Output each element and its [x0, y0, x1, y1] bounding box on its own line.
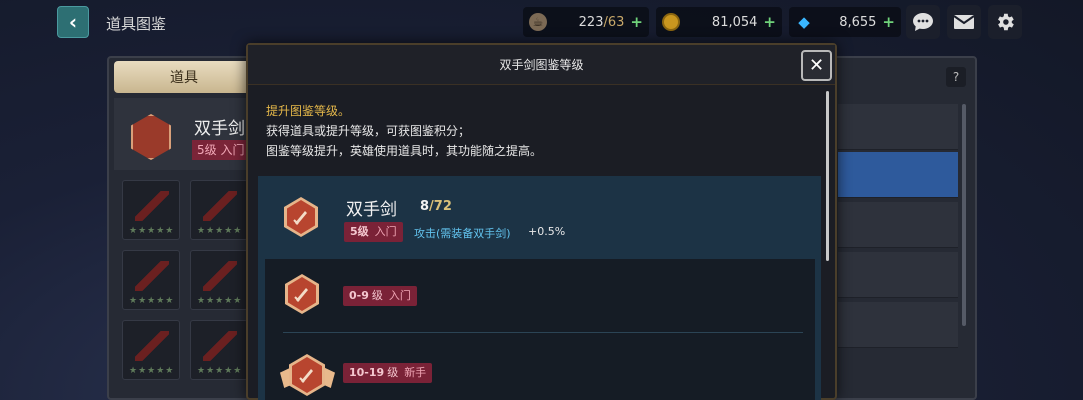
sword-icon [135, 331, 169, 361]
tier-list: 0-9 级入门 10-19 级新手 [265, 259, 815, 400]
tab-items[interactable]: 道具 [114, 61, 254, 93]
gem-counter: ◆ 8,655 + [789, 7, 901, 37]
item-codex-card: 双手剑 8/72 5级入门 攻击(需装备双手剑) +0.5% 0-9级入门 [258, 176, 821, 400]
list-item[interactable] [838, 202, 958, 248]
dialog-description: 提升图鉴等级。 获得道具或提升等级，可获图鉴积分； 图鉴等级提升，英雄使用道具时… [266, 101, 542, 161]
sword-icon [135, 191, 169, 221]
add-gold-button[interactable]: + [763, 13, 776, 31]
settings-button[interactable] [988, 5, 1022, 39]
current-level-badge: 5级 入门 [344, 222, 403, 242]
add-gem-button[interactable]: + [882, 13, 895, 31]
gold-value: 81,054 [711, 14, 758, 30]
gold-counter: 81,054 + [656, 7, 782, 37]
item-slot[interactable] [122, 320, 180, 380]
stamina-current: 223 [578, 14, 604, 30]
codex-progress: 8/72 [420, 199, 452, 214]
chevron-left-icon: ‹ [68, 10, 78, 34]
sword-icon [293, 211, 307, 225]
background-item-badge: 5级 入门 [192, 140, 252, 160]
sword-icon [203, 331, 237, 361]
effect-bonus: +0.5% [528, 225, 566, 238]
sword-icon [135, 261, 169, 291]
tier-divider [283, 332, 803, 333]
list-item-selected[interactable] [838, 152, 958, 198]
tier-1-icon [285, 274, 319, 314]
mail-button[interactable] [947, 5, 981, 39]
sword-icon [299, 369, 313, 383]
item-slot[interactable] [122, 250, 180, 310]
tier-unit: 级 [371, 289, 383, 302]
coin-icon [662, 13, 680, 31]
item-slot[interactable] [190, 250, 248, 310]
progress-current: 8 [420, 199, 430, 214]
sword-badge-icon [284, 197, 318, 237]
item-name: 双手剑 [346, 200, 397, 220]
gear-icon [998, 13, 1014, 31]
background-item-name: 双手剑 [194, 119, 245, 139]
diamond-icon: ◆ [798, 13, 810, 31]
tier-range: 10-19 [349, 366, 385, 379]
tier-1-badge: 0-9 级入门 [343, 286, 417, 306]
sword-icon [203, 261, 237, 291]
item-slot[interactable] [122, 180, 180, 240]
page-title: 道具图鉴 [106, 15, 167, 33]
cup-icon: ☕ [529, 13, 547, 31]
list-scrollbar[interactable] [962, 104, 966, 326]
help-button[interactable]: ? [946, 67, 966, 87]
chat-button[interactable] [906, 5, 940, 39]
description-line: 获得道具或提升等级，可获图鉴积分； [266, 124, 471, 138]
level-label: 5级 [350, 225, 369, 238]
back-button[interactable]: ‹ [57, 6, 89, 38]
dialog-scrollbar[interactable] [826, 91, 829, 261]
tier-range: 0-9 [349, 289, 369, 302]
tier-2-badge: 10-19 级新手 [343, 363, 433, 383]
close-button[interactable]: ✕ [801, 50, 832, 81]
stamina-max-value: 63 [607, 14, 625, 30]
effect-label: 攻击(需装备双手剑) [414, 227, 511, 240]
mail-icon [953, 15, 975, 29]
item-slot[interactable] [190, 180, 248, 240]
sword-icon [294, 288, 308, 302]
dialog-header: 双手剑图鉴等级 ✕ [248, 45, 835, 85]
tier-unit: 级 [387, 366, 399, 379]
stamina-counter: ☕ 223/63 + [523, 7, 649, 37]
tier-rank: 入门 [388, 289, 411, 302]
list-item[interactable] [838, 252, 958, 298]
sword-icon [203, 191, 237, 221]
tier-2-icon [289, 354, 325, 396]
gem-value: 8,655 [839, 14, 877, 30]
chat-icon [913, 13, 933, 31]
add-stamina-button[interactable]: + [630, 13, 643, 31]
item-slot[interactable] [190, 320, 248, 380]
description-line: 提升图鉴等级。 [266, 104, 351, 118]
rank-label: 入门 [374, 225, 397, 238]
progress-max: /72 [429, 199, 452, 214]
codex-level-dialog: 双手剑图鉴等级 ✕ 提升图鉴等级。 获得道具或提升等级，可获图鉴积分； 图鉴等级… [246, 43, 837, 400]
dialog-title: 双手剑图鉴等级 [499, 58, 584, 72]
list-item[interactable] [838, 104, 958, 150]
list-item[interactable] [838, 302, 958, 348]
close-icon: ✕ [808, 55, 825, 76]
description-line: 图鉴等级提升，英雄使用道具时，其功能随之提高。 [266, 144, 543, 158]
tier-rank: 新手 [404, 366, 427, 379]
